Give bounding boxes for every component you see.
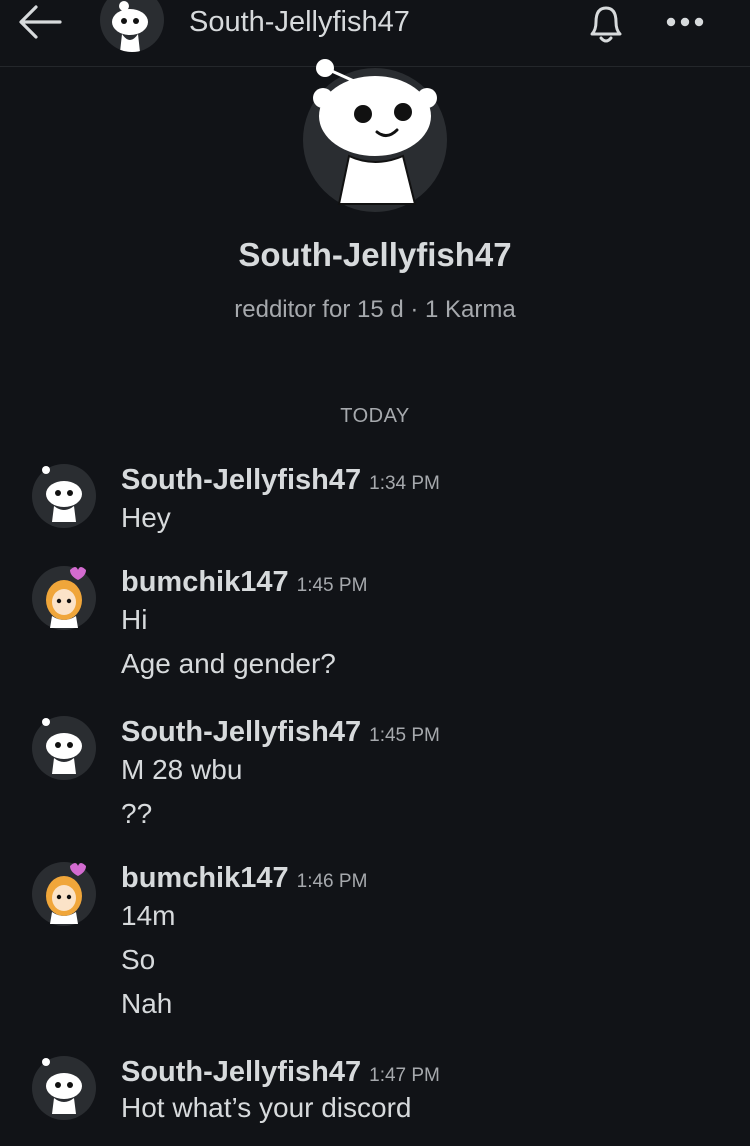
message-author[interactable]: South-Jellyfish47 (121, 716, 361, 748)
profile-avatar[interactable] (303, 59, 447, 212)
day-divider: TODAY (340, 405, 410, 427)
profile-name: South-Jellyfish47 (238, 236, 512, 273)
more-options-icon[interactable] (662, 12, 710, 32)
message-time: 1:47 PM (369, 1065, 440, 1086)
message-header: South-Jellyfish47 1:47 PM (121, 1056, 440, 1089)
message-text: Nah (121, 988, 173, 1019)
avatar[interactable] (32, 716, 96, 780)
message-time: 1:45 PM (369, 725, 440, 746)
message-text: 14m (121, 900, 176, 931)
message-author[interactable]: bumchik147 (121, 566, 289, 598)
message-time: 1:46 PM (296, 871, 368, 892)
message-time: 1:34 PM (369, 473, 440, 494)
message-text: Hey (121, 502, 171, 533)
message-text: So (121, 944, 156, 975)
message-header: South-Jellyfish47 1:45 PM (121, 716, 440, 749)
message-author[interactable]: bumchik147 (121, 862, 289, 894)
message-author[interactable]: South-Jellyfish47 (121, 1056, 361, 1088)
message-time: 1:45 PM (296, 575, 368, 596)
message-text: M 28 wbu (121, 754, 243, 785)
avatar[interactable] (32, 862, 96, 926)
bell-icon[interactable] (582, 0, 630, 46)
avatar[interactable] (32, 1056, 96, 1120)
message-header: South-Jellyfish47 1:34 PM (121, 464, 440, 497)
message-text: Hi (121, 604, 148, 635)
message-text: ?? (121, 798, 153, 829)
avatar[interactable] (32, 566, 96, 630)
message-text: Hot what’s your discord (121, 1092, 412, 1123)
top-bar: South-Jellyfish47 (0, 0, 750, 67)
profile-subtitle: redditor for 15 d · 1 Karma (234, 296, 516, 323)
message-author[interactable]: South-Jellyfish47 (121, 464, 361, 496)
back-arrow-icon[interactable] (16, 2, 64, 42)
message-text: Age and gender? (121, 648, 336, 679)
header-title: South-Jellyfish47 (189, 6, 410, 38)
message-header: bumchik147 1:46 PM (121, 862, 367, 895)
message-header: bumchik147 1:45 PM (121, 566, 367, 599)
header-avatar[interactable] (100, 0, 164, 52)
avatar[interactable] (32, 464, 96, 528)
